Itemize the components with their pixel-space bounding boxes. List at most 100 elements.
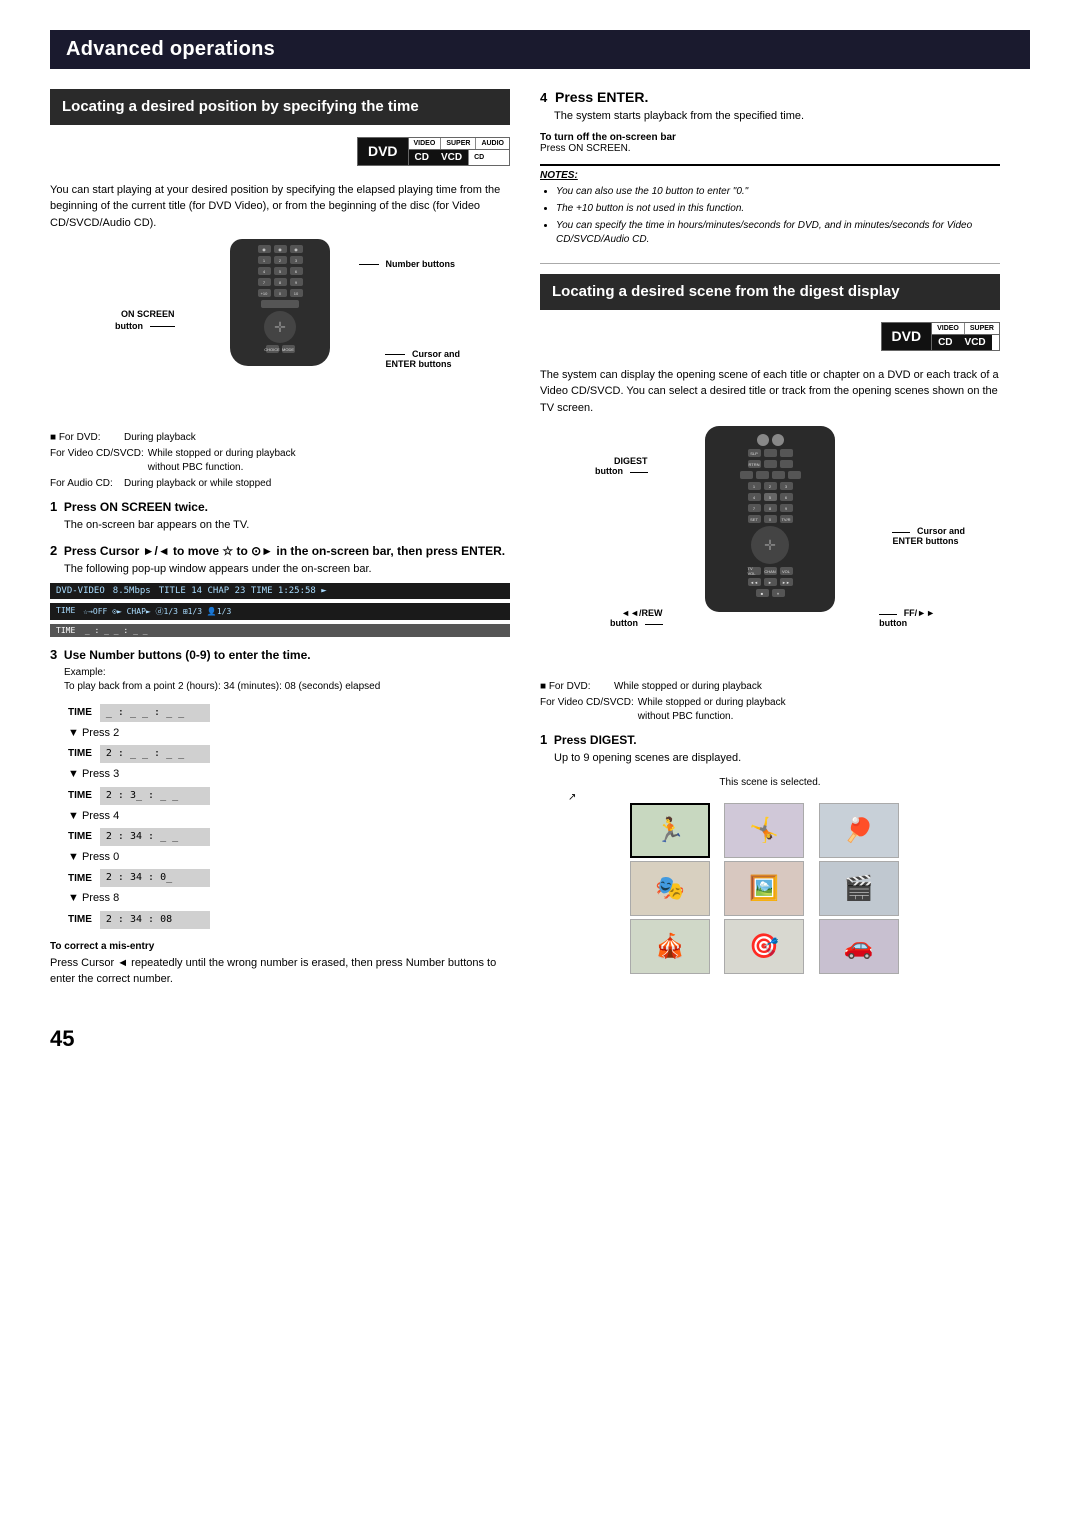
rr-num7: 7 (748, 504, 761, 512)
digest-thumb-3-icon: 🏓 (844, 816, 874, 845)
note-3: You can specify the time in hours/minute… (556, 219, 1000, 247)
remote-btn-7: 4 (258, 267, 271, 275)
press-label-1: ▼ Press 2 (64, 724, 214, 743)
popup-time-options: ☆→OFF ⊙► CHAP► ⓓ1/3 ⊞1/3 👤1/3 (83, 606, 231, 617)
rr-btn7 (764, 460, 777, 468)
disc-dvd-value: During playback (124, 431, 510, 445)
right-disc-vcd-label: For Video CD/SVCD: (540, 696, 634, 724)
disc-audio-label: For Audio CD: (50, 477, 120, 491)
digest-thumb-3[interactable]: 🏓 (819, 803, 899, 858)
remote-row-5: +10 0 10 (235, 289, 325, 297)
on-screen-bar-section: To turn off the on-screen bar Press ON S… (540, 132, 1000, 154)
digest-thumb-6[interactable]: 🎬 (819, 861, 899, 916)
example-label: Example: (64, 666, 510, 680)
on-screen-label: ON SCREENbutton (115, 309, 175, 331)
remote-btn-mode: MODE (282, 345, 295, 353)
cursor-enter-label-left: Cursor andENTER buttons (385, 349, 460, 369)
digest-section: This scene is selected. ↗ 🏃 🤸 🏓 (540, 777, 1000, 974)
page: Advanced operations Locating a desired p… (0, 0, 1080, 1529)
badge-video-r: VIDEO (932, 323, 965, 334)
rr-num1: 1 (748, 482, 761, 490)
rr-pause: ⏸ (772, 589, 785, 597)
badge-top-r: VIDEO SUPER (932, 323, 999, 335)
two-col-layout: Locating a desired position by specifyin… (50, 89, 1030, 996)
time-row-5: TIME 2 : 34 : 08 (64, 909, 214, 931)
rr-misc2: 0 (764, 515, 777, 523)
digest-thumb-5-icon: 🖼️ (749, 874, 779, 903)
rr-btn2 (772, 434, 784, 446)
step-2-num: 2 (50, 543, 57, 558)
rr-vol-row: TV VOL CHAN VOL (711, 567, 829, 575)
remote-dpad: ✛ (264, 311, 296, 343)
step-4-label: Press ENTER. (555, 89, 648, 105)
rr-btn8 (780, 460, 793, 468)
time-press-3: ▼ Press 4 (64, 807, 214, 826)
time-press-5: ▼ Press 8 (64, 889, 214, 908)
rr-stop: ■ (756, 589, 769, 597)
time-row-2: TIME 2 : 3_ : _ _ (64, 785, 214, 807)
divider (540, 263, 1000, 264)
note-1: You can also use the 10 button to enter … (556, 185, 1000, 199)
badge-right-r: VIDEO SUPER CD VCD (931, 323, 999, 350)
remote-btn-misc1 (261, 300, 299, 308)
digest-thumb-9[interactable]: 🚗 (819, 919, 899, 974)
digest-thumb-2[interactable]: 🤸 (724, 803, 804, 858)
step-4-title: 4 Press ENTER. (540, 89, 1000, 105)
step-1-title: 1 Press ON SCREEN twice. (50, 499, 510, 514)
rr-row2: SLP (711, 449, 829, 457)
left-remote-wrap: ON SCREENbutton ◉ ◉ ◉ 1 2 3 (50, 239, 510, 419)
digest-thumb-5[interactable]: 🖼️ (724, 861, 804, 916)
rr-btn10 (756, 471, 769, 479)
time-val-0: _ : _ _ : _ _ (96, 702, 214, 724)
rew-label: ◄◄/REWbutton (610, 608, 663, 628)
rr-misc3: TV/R (780, 515, 793, 523)
ff-label: FF/►► button (879, 608, 935, 628)
step-3-label: Use Number buttons (0-9) to enter the ti… (64, 648, 311, 662)
digest-thumb-2-icon: 🤸 (749, 816, 779, 845)
step-4-num: 4 (540, 90, 547, 105)
ff-annotation: FF/►► button (879, 608, 935, 628)
to-correct-body: Press Cursor ◄ repeatedly until the wron… (50, 955, 510, 988)
right-step-1-label: Press DIGEST. (554, 733, 637, 747)
remote-btn-3: ◉ (290, 245, 303, 253)
left-badges: DVD VIDEO SUPER AUDIO CD VCD CD (50, 137, 510, 174)
step-3-body: Example: To play back from a point 2 (ho… (50, 666, 510, 931)
remote-btn-2: ◉ (274, 245, 287, 253)
digest-selected-label: This scene is selected. (540, 777, 1000, 788)
left-disc-modes: ■ For DVD: During playback For Video CD/… (50, 431, 510, 491)
digest-thumb-7[interactable]: 🎪 (630, 919, 710, 974)
rr-btn6: RTRN (748, 460, 761, 468)
popup-dvd-label: DVD-VIDEO (56, 586, 105, 596)
right-step-1-num: 1 (540, 732, 547, 747)
right-remote-wrap: DIGESTbutton SLP (540, 426, 1000, 666)
popup-time-entry: TIME _ : _ _ : _ _ (56, 626, 148, 635)
rew-annotation: ◄◄/REWbutton (610, 608, 663, 628)
digest-thumb-8[interactable]: 🎯 (724, 919, 804, 974)
time-label-3: TIME (64, 826, 96, 848)
time-val-4: 2 : 34 : 0_ (96, 867, 214, 889)
digest-thumb-1[interactable]: 🏃 (630, 803, 710, 858)
step-2-title: 2 Press Cursor ►/◄ to move ☆ to ⊙► in th… (50, 543, 510, 558)
rr-row-misc: SET 0 TV/R (711, 515, 829, 523)
notes-title: NOTES: (540, 170, 1000, 181)
popup-title-info: TITLE 14 CHAP 23 TIME 1:25:58 ► (159, 586, 327, 596)
popup-bars-wrap: DVD-VIDEO 8.5Mbps TITLE 14 CHAP 23 TIME … (50, 583, 510, 637)
remote-row-2: 1 2 3 (235, 256, 325, 264)
badge-cd-vcd: CD (409, 150, 435, 165)
on-screen-annotation: ON SCREENbutton (115, 309, 175, 332)
step-2: 2 Press Cursor ►/◄ to move ☆ to ⊙► in th… (50, 543, 510, 636)
badge-cd-audio: CD (468, 150, 489, 165)
disc-row-dvd: ■ For DVD: During playback (50, 431, 510, 445)
remote-btn-14: 0 (274, 289, 287, 297)
digest-thumb-4[interactable]: 🎭 (630, 861, 710, 916)
remote-btn-12: 9 (290, 278, 303, 286)
cursor-enter-annotation-right: Cursor andENTER buttons (892, 526, 965, 546)
popup-bar-3: TIME _ : _ _ : _ _ (50, 624, 510, 637)
right-sub-title: Locating a desired scene from the digest… (552, 283, 900, 300)
press-label-3: ▼ Press 4 (64, 807, 214, 826)
digest-grid: 🏃 🤸 🏓 🎭 🖼️ 🎬 (630, 803, 910, 974)
remote-btn-8: 5 (274, 267, 287, 275)
step-4: 4 Press ENTER. The system starts playbac… (540, 89, 1000, 247)
right-disc-dvd-value: While stopped or during playback (614, 680, 1000, 694)
time-val-5: 2 : 34 : 08 (96, 909, 214, 931)
